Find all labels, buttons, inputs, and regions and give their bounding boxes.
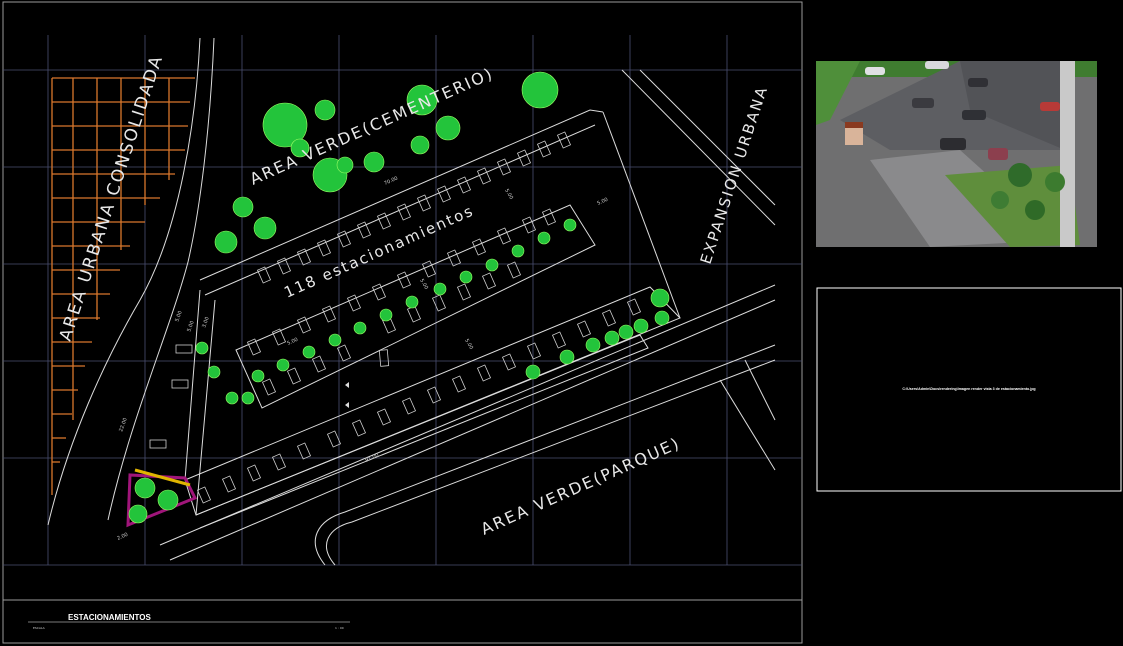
dimension-label: 5.00 (503, 188, 514, 201)
dimension-label: 3.00 (201, 316, 210, 329)
image-caption-text: C:\Users\Admin\Docs\rendering\imagen ren… (902, 387, 1035, 391)
dimension-label: 22.00 (118, 417, 129, 433)
sheet-border (2, 1, 803, 644)
dimension-label: 91.00 (364, 453, 380, 464)
tree-icon (410, 135, 430, 155)
title-block: ESTACIONAMIENTOS ESCALA 1 : 00 (28, 613, 350, 630)
label-parking-count: 118 estacionamientos (281, 201, 477, 301)
tree-icon (253, 216, 277, 240)
scale-value: 1 : 00 (335, 626, 344, 630)
render-preview-image[interactable] (816, 61, 1097, 247)
tree-icon (336, 156, 354, 174)
tree-icon (435, 115, 461, 141)
tree-icon (363, 151, 385, 173)
parking-stalls-row-5 (196, 442, 312, 504)
dimension-label: 5.00 (174, 310, 183, 323)
label-green-park: AREA VERDE(PARQUE) (478, 433, 683, 538)
tree-icon (232, 196, 254, 218)
dimension-label: 5.00 (418, 278, 429, 291)
dimension-label: 70.00 (383, 176, 399, 187)
scale-label: ESCALA (33, 626, 46, 630)
tree-icon (521, 71, 559, 109)
dimension-label: 5.00 (286, 337, 299, 347)
cad-canvas[interactable]: 70.00 5.00 5.00 5.00 5.00 5.00 5.00 5.00… (0, 0, 1123, 646)
drawing-title: ESTACIONAMIENTOS (68, 613, 151, 622)
triangle-garden (126, 468, 198, 528)
direction-arrows (345, 382, 349, 408)
tree-icon (214, 230, 238, 254)
label-urban-expansion: EXPANSION URBANA (697, 83, 772, 266)
tree-icon (314, 99, 336, 121)
dimension-label: 5.00 (463, 338, 474, 351)
dimension-label: 5.00 (596, 197, 609, 207)
dimension-label: 2.00 (116, 532, 129, 542)
dimension-label: 5.00 (186, 320, 195, 333)
